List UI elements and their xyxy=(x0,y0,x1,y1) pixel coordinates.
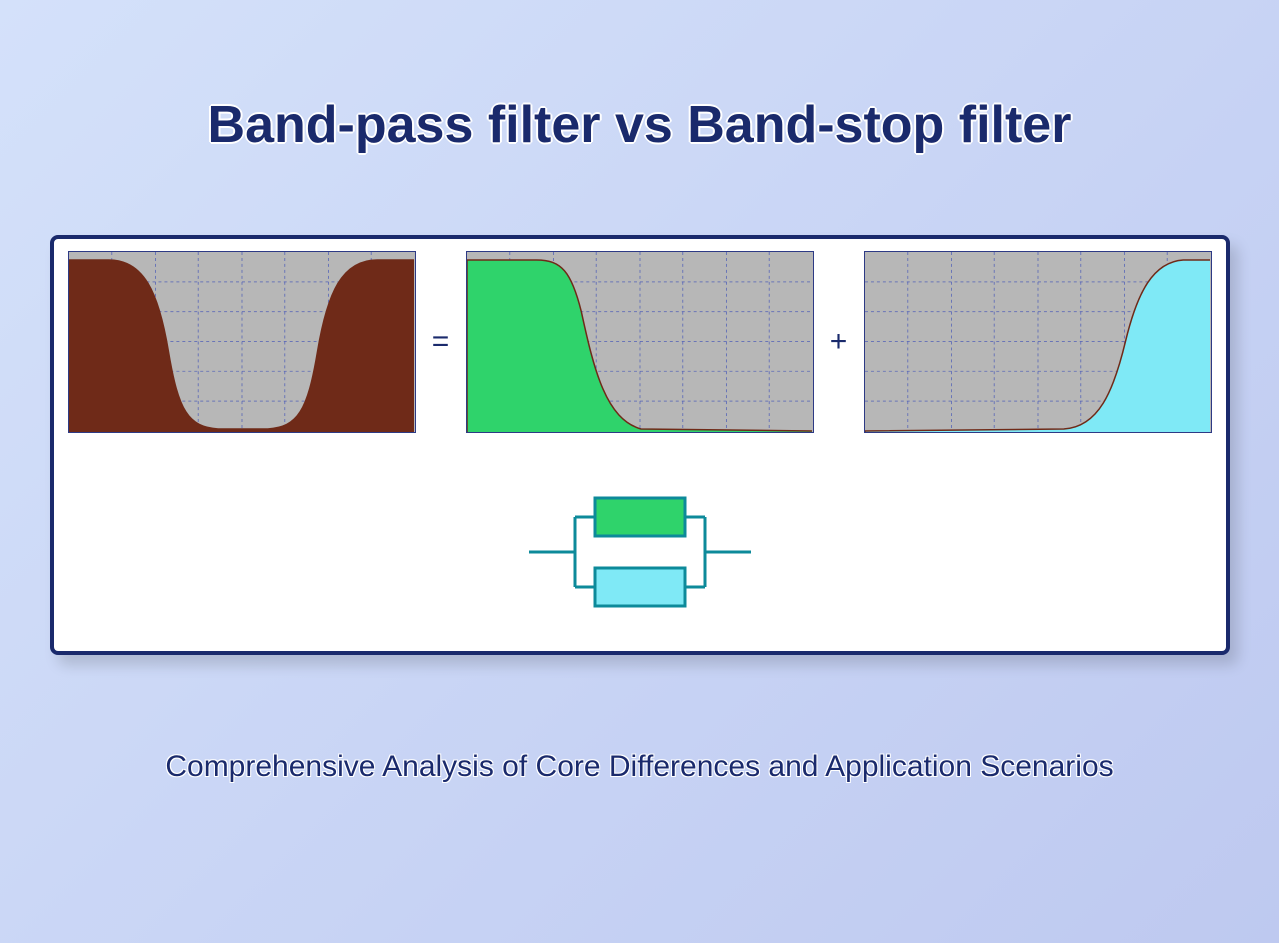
curve-highpass xyxy=(865,252,1211,433)
plus-operator: + xyxy=(826,325,852,359)
curve-lowpass xyxy=(467,252,813,433)
charts-row: = + xyxy=(54,239,1226,433)
chart-bandstop xyxy=(68,251,416,433)
page-subtitle: Comprehensive Analysis of Core Differenc… xyxy=(0,750,1279,784)
diagram-panel: = + xyxy=(50,235,1230,655)
page-title: Band-pass filter vs Band-stop filter xyxy=(0,0,1279,155)
parallel-filter-icon xyxy=(525,482,755,622)
chart-lowpass xyxy=(466,251,814,433)
equals-operator: = xyxy=(428,325,454,359)
circuit-diagram xyxy=(525,482,755,627)
curve-bandstop xyxy=(69,252,415,433)
highpass-block-icon xyxy=(595,568,685,606)
chart-highpass xyxy=(864,251,1212,433)
lowpass-block-icon xyxy=(595,498,685,536)
